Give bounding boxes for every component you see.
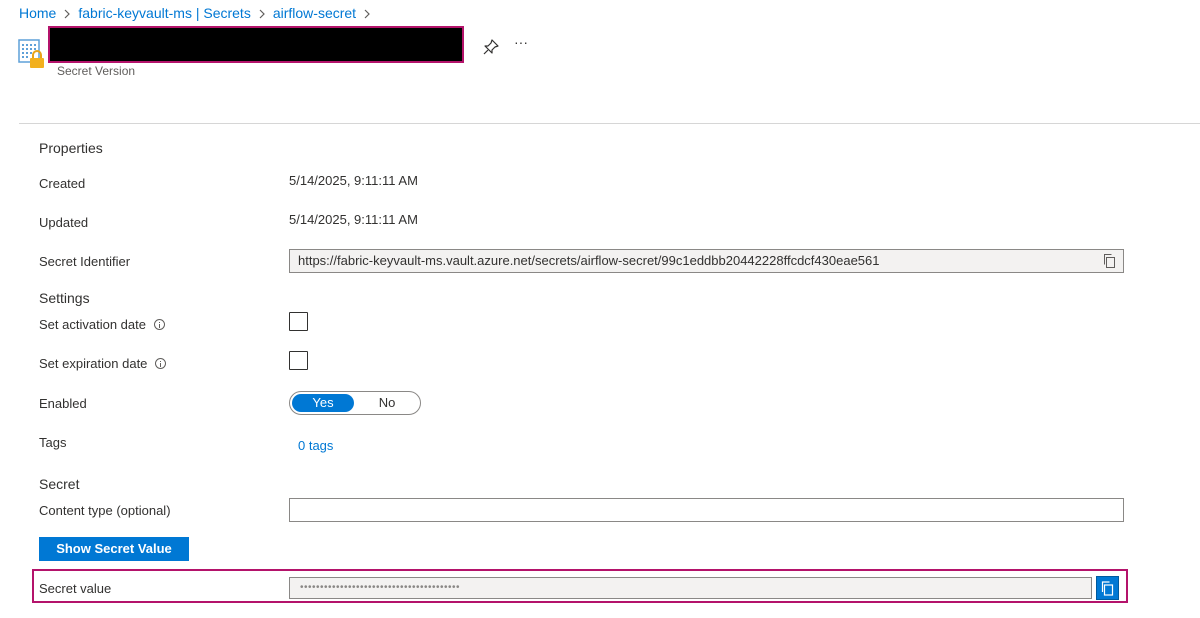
divider: [19, 123, 1200, 124]
content-type-label: Content type (optional): [39, 503, 171, 518]
page-title: [48, 26, 464, 63]
expiration-label: Set expiration date: [39, 356, 167, 371]
expiration-date-checkbox[interactable]: [289, 351, 308, 370]
chevron-right-icon: [251, 5, 273, 21]
enabled-no-option[interactable]: No: [356, 394, 418, 412]
pin-icon[interactable]: [482, 38, 502, 58]
chevron-right-icon: [356, 5, 378, 21]
tags-label: Tags: [39, 435, 67, 450]
secret-identifier-field[interactable]: https://fabric-keyvault-ms.vault.azure.n…: [289, 249, 1124, 273]
expiration-label-text: Set expiration date: [39, 356, 148, 371]
updated-label: Updated: [39, 215, 89, 230]
secret-value-field[interactable]: ••••••••••••••••••••••••••••••••••••••••: [289, 577, 1092, 599]
content-type-input[interactable]: [289, 498, 1124, 522]
info-icon[interactable]: [153, 319, 165, 330]
created-value: 5/14/2025, 9:11:11 AM: [289, 173, 418, 188]
breadcrumb-vault[interactable]: fabric-keyvault-ms | Secrets: [78, 5, 250, 21]
created-label: Created: [39, 176, 86, 191]
activation-label-text: Set activation date: [39, 317, 146, 332]
enabled-toggle[interactable]: Yes No: [289, 391, 421, 415]
show-secret-value-button[interactable]: Show Secret Value: [39, 537, 189, 561]
copy-icon[interactable]: [1103, 254, 1117, 268]
enabled-label: Enabled: [39, 396, 87, 411]
breadcrumb-home[interactable]: Home: [19, 5, 56, 21]
activation-label: Set activation date: [39, 317, 165, 332]
more-options-button[interactable]: ···: [514, 35, 536, 52]
info-icon[interactable]: [155, 358, 167, 369]
page-subtitle: Secret Version: [57, 64, 136, 78]
breadcrumb-secret[interactable]: airflow-secret: [273, 5, 356, 21]
properties-heading: Properties: [39, 140, 103, 156]
copy-icon[interactable]: [1096, 576, 1119, 600]
secret-heading: Secret: [39, 476, 80, 492]
tags-link[interactable]: 0 tags: [298, 438, 333, 453]
secret-identifier-label: Secret Identifier: [39, 254, 131, 269]
enabled-yes-option[interactable]: Yes: [292, 394, 354, 412]
activation-date-checkbox[interactable]: [289, 312, 308, 331]
breadcrumb: Home fabric-keyvault-ms | Secrets airflo…: [19, 5, 378, 21]
settings-heading: Settings: [39, 290, 90, 306]
secret-value-label: Secret value: [39, 581, 112, 596]
secret-identifier-value: https://fabric-keyvault-ms.vault.azure.n…: [298, 253, 880, 268]
chevron-right-icon: [56, 5, 78, 21]
updated-value: 5/14/2025, 9:11:11 AM: [289, 212, 418, 227]
secret-version-icon: [18, 38, 48, 70]
